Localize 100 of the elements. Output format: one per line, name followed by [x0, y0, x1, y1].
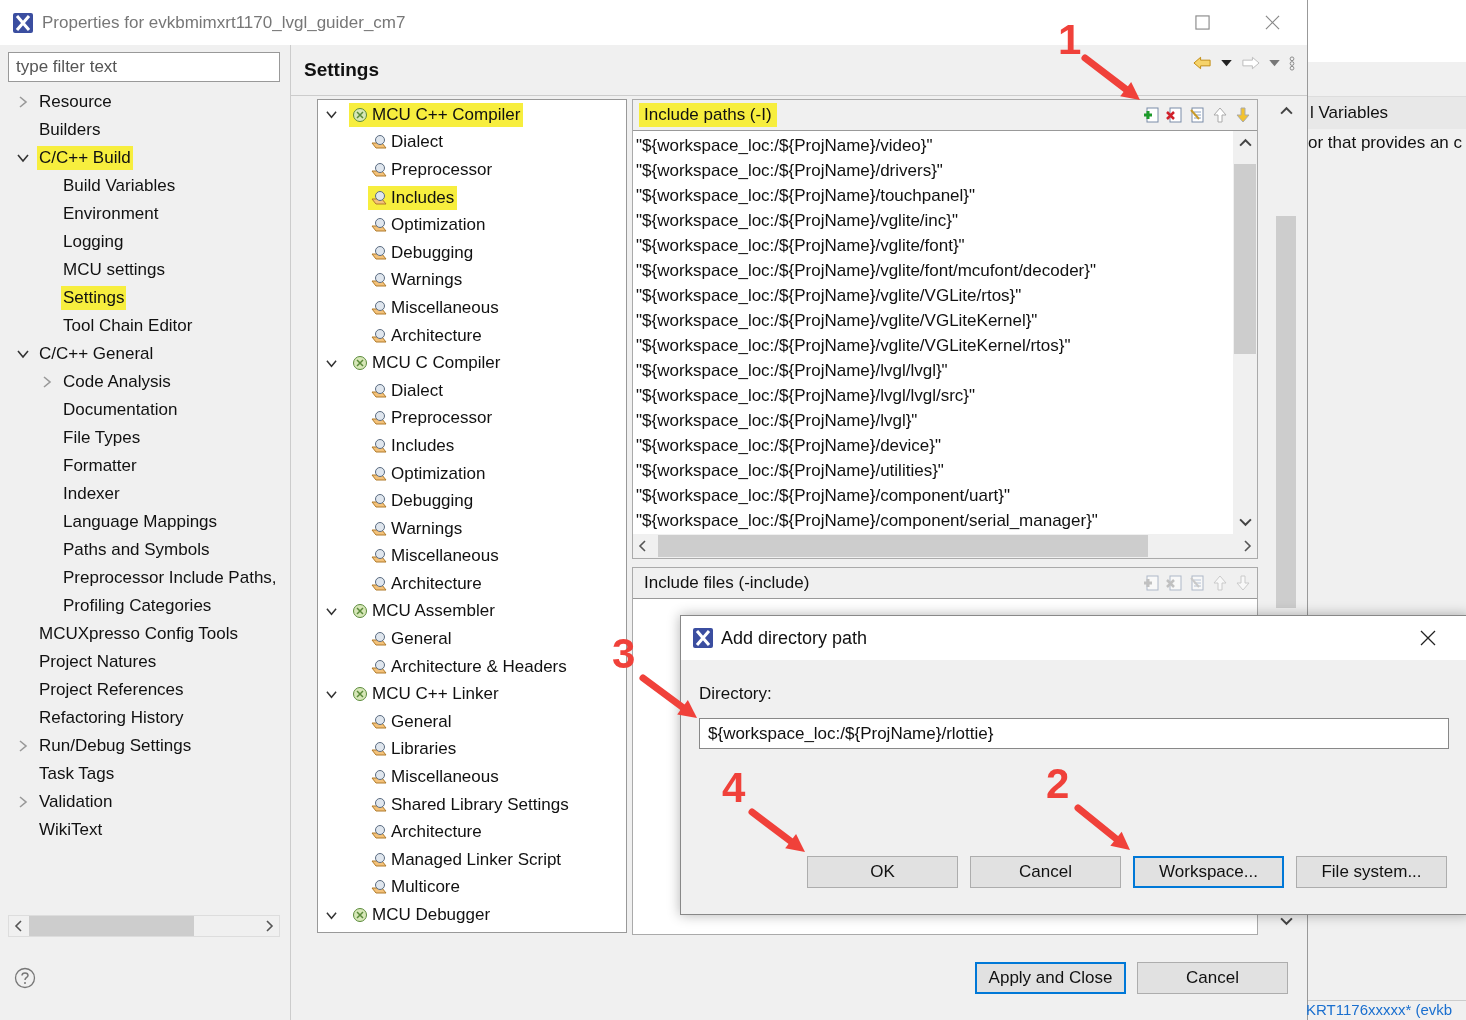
tool-option-item[interactable]: Debugging [368, 489, 477, 514]
tool-option-item[interactable]: Managed Linker Script [368, 847, 565, 872]
dialog-button[interactable]: Workspace... [1133, 856, 1284, 888]
delete-icon[interactable] [1166, 107, 1182, 123]
include-path[interactable]: "${workspace_loc:/${ProjName}/touchpanel}" [636, 183, 1233, 208]
include-path[interactable]: "${workspace_loc:/${ProjName}/lvgl}" [636, 408, 1233, 433]
tree-item[interactable]: File Types [61, 426, 143, 450]
expander-icon[interactable] [326, 909, 337, 921]
dialog-button[interactable]: File system... [1296, 856, 1447, 888]
more-icon[interactable] [1289, 55, 1295, 71]
tool-option-item[interactable]: Architecture [368, 323, 485, 348]
tool-option-item[interactable]: Miscellaneous [368, 295, 502, 320]
tree-item[interactable]: MCUXpresso Config Tools [37, 622, 241, 646]
include-path[interactable]: "${workspace_loc:/${ProjName}/vglite/font}" [636, 233, 1233, 258]
filter-field[interactable]: type filter text [8, 52, 280, 82]
include-path[interactable]: "${workspace_loc:/${ProjName}/utilities}" [636, 458, 1233, 483]
tree-item[interactable]: C/C++ Build [37, 146, 133, 170]
include-path[interactable]: "${workspace_loc:/${ProjName}/vglite/VGLite/rtos}" [636, 283, 1233, 308]
tree-item[interactable]: Language Mappings [61, 510, 220, 534]
tool-option-item[interactable]: Preprocessor [368, 406, 496, 431]
move-down-icon[interactable] [1235, 107, 1251, 123]
scroll-left-icon[interactable] [13, 920, 25, 932]
include-path[interactable]: "${workspace_loc:/${ProjName}/component/serial_manager}" [636, 508, 1233, 533]
include-path[interactable]: "${workspace_loc:/${ProjName}/device}" [636, 433, 1233, 458]
tree-item[interactable]: Formatter [61, 454, 139, 478]
tree-item[interactable]: Environment [61, 202, 161, 226]
tool-option-item[interactable]: Warnings [368, 516, 466, 541]
tree-item[interactable]: Builders [37, 118, 103, 142]
tool-option-item[interactable]: Miscellaneous [368, 765, 502, 790]
tree-item[interactable]: Indexer [61, 482, 122, 506]
move-up-icon[interactable] [1212, 107, 1228, 123]
tree-item[interactable]: WikiText [37, 818, 105, 842]
add-icon[interactable] [1143, 107, 1159, 123]
dialog-button[interactable]: Cancel [1137, 961, 1288, 994]
tree-item[interactable]: Project Natures [37, 650, 159, 674]
tree-item[interactable]: Task Tags [37, 762, 117, 786]
tool-option-item[interactable]: Multicore [368, 875, 463, 900]
tree-item[interactable]: Profiling Categories [61, 594, 214, 618]
tree-item[interactable]: Project References [37, 678, 186, 702]
include-path[interactable]: "${workspace_loc:/${ProjName}/vglite/VGLiteKernel/rtos}" [636, 333, 1233, 358]
expander-icon[interactable] [326, 688, 337, 700]
expander-icon[interactable] [17, 152, 29, 164]
include-path[interactable]: "${workspace_loc:/${ProjName}/lvgl/lvgl}" [636, 358, 1233, 383]
include-path[interactable]: "${workspace_loc:/${ProjName}/vglite/VGLiteKernel}" [636, 308, 1233, 333]
dialog-button[interactable]: Cancel [970, 856, 1121, 888]
tool-option-item[interactable]: Miscellaneous [368, 544, 502, 569]
tool-option-item[interactable]: Dialect [368, 378, 446, 403]
tree-item[interactable]: Run/Debug Settings [37, 734, 194, 758]
tool-option-item[interactable]: Includes [368, 185, 458, 210]
tool-option-item[interactable]: Shared Library Settings [368, 792, 572, 817]
tool-option-item[interactable]: Includes [368, 433, 458, 458]
tree-item[interactable]: Resource [37, 90, 114, 114]
maximize-icon[interactable] [1195, 15, 1210, 30]
tool-item[interactable]: MCU C++ Compiler [349, 102, 524, 127]
tree-item[interactable]: Logging [61, 230, 126, 254]
scroll-right-icon[interactable] [1241, 539, 1253, 552]
tool-option-item[interactable]: Dialect [368, 130, 446, 155]
horizontal-scrollbar[interactable] [8, 915, 280, 937]
tree-item[interactable]: Validation [37, 790, 115, 814]
expander-icon[interactable] [326, 109, 337, 121]
horizontal-scrollbar[interactable] [633, 533, 1257, 558]
project-link[interactable]: KRT1176xxxxx* (evkb [1306, 1001, 1466, 1020]
expander-icon[interactable] [326, 357, 337, 369]
tool-option-item[interactable]: Libraries [368, 737, 460, 762]
tool-item[interactable]: MCU C++ Linker [349, 682, 502, 707]
tool-option-item[interactable]: General [368, 709, 455, 734]
include-path[interactable]: "${workspace_loc:/${ProjName}/lvgl/lvgl/src}" [636, 383, 1233, 408]
back-arrow-icon[interactable] [1193, 56, 1212, 70]
tree-item[interactable]: Refactoring History [37, 706, 186, 730]
tree-item[interactable]: Build Variables [61, 174, 178, 198]
tool-option-item[interactable]: Architecture & Headers [368, 654, 570, 679]
tree-item[interactable]: Tool Chain Editor [61, 314, 195, 338]
tree-item[interactable]: Code Analysis [61, 370, 173, 394]
include-path[interactable]: "${workspace_loc:/${ProjName}/drivers}" [636, 158, 1233, 183]
close-icon[interactable] [1420, 630, 1436, 646]
include-path[interactable]: "${workspace_loc:/${ProjName}/video}" [636, 133, 1233, 158]
tool-item[interactable]: MCU Assembler [349, 599, 498, 624]
vertical-scrollbar[interactable] [1233, 131, 1257, 534]
tool-option-item[interactable]: Architecture [368, 571, 485, 596]
tool-option-item[interactable]: General [368, 627, 455, 652]
tree-item[interactable]: Paths and Symbols [61, 538, 212, 562]
scroll-left-icon[interactable] [637, 539, 649, 552]
tool-option-item[interactable]: Optimization [368, 461, 489, 486]
expander-icon[interactable] [326, 606, 337, 617]
tree-item[interactable]: C/C++ General [37, 342, 156, 366]
tree-item[interactable]: Preprocessor Include Paths, [61, 566, 279, 590]
expander-icon[interactable] [17, 348, 29, 360]
tool-option-item[interactable]: Warnings [368, 268, 466, 293]
tool-item[interactable]: MCU Debugger [349, 903, 494, 927]
tree-item[interactable]: Documentation [61, 398, 180, 422]
dialog-button[interactable]: Apply and Close [975, 961, 1126, 994]
scroll-right-icon[interactable] [263, 920, 275, 932]
dialog-button[interactable]: OK [807, 856, 958, 888]
tool-item[interactable]: MCU C Compiler [349, 351, 504, 376]
tool-option-item[interactable]: Preprocessor [368, 158, 496, 182]
directory-field[interactable]: ${workspace_loc:/${ProjName}/rlottie} [699, 718, 1449, 749]
include-path[interactable]: "${workspace_loc:/${ProjName}/component/uart}" [636, 483, 1233, 508]
include-path[interactable]: "${workspace_loc:/${ProjName}/vglite/font/mcufont/decoder}" [636, 258, 1233, 283]
tree-item[interactable]: Settings [61, 286, 127, 310]
help-icon[interactable] [14, 966, 36, 989]
